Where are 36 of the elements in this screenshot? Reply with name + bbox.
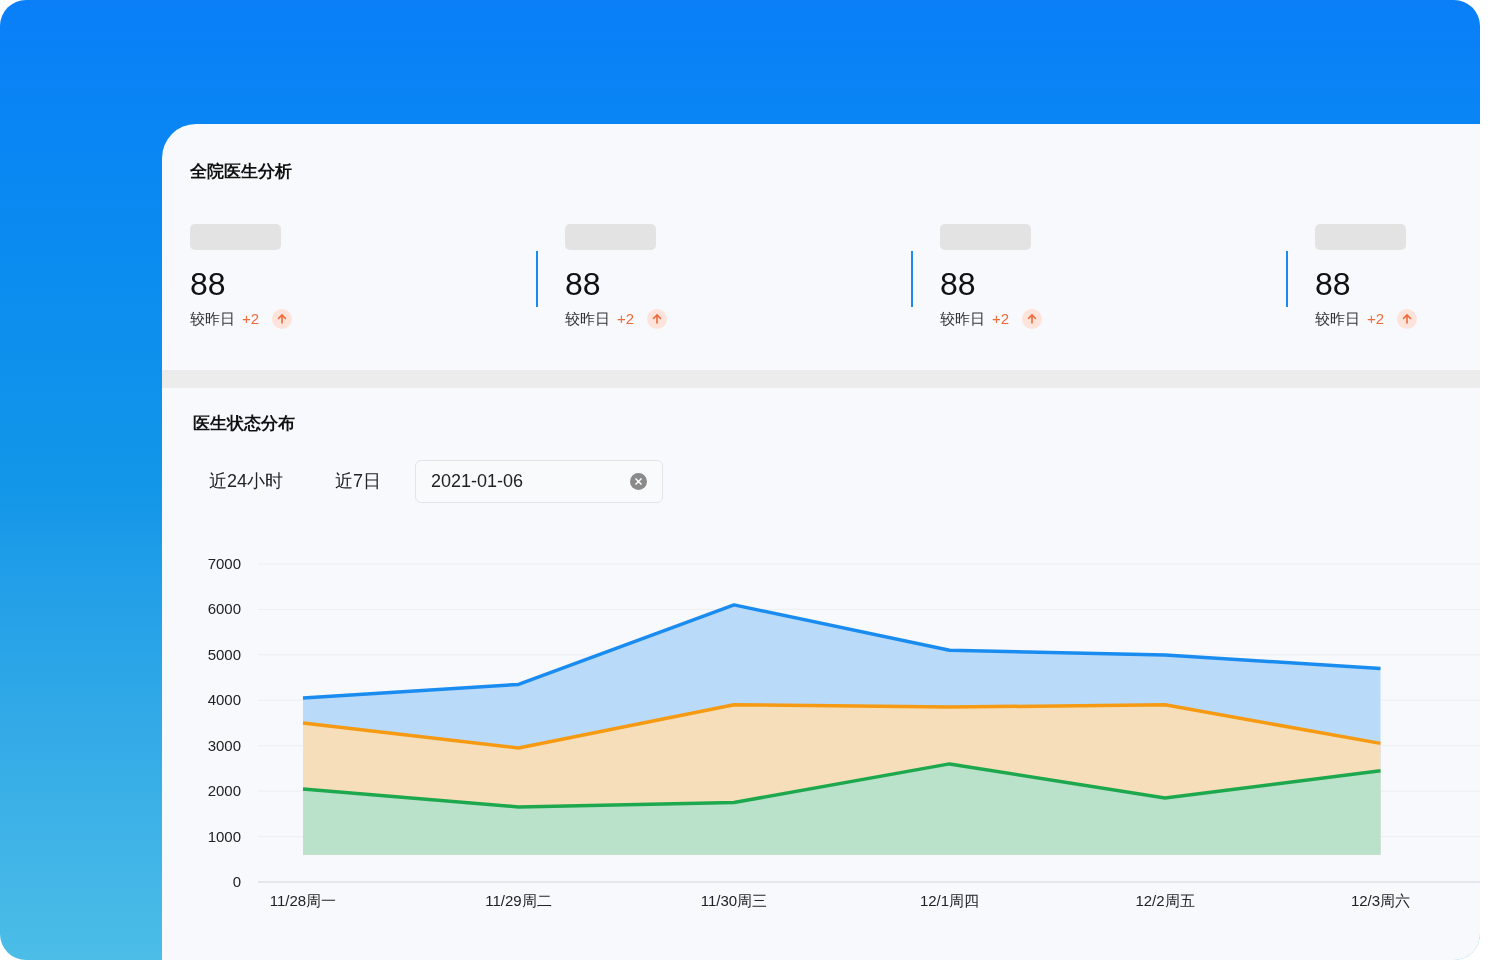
change-value: +2 [1367,309,1385,329]
clear-icon[interactable] [630,473,648,490]
y-axis-label: 6000 [207,600,241,618]
stat-value: 88 [1315,265,1352,304]
y-axis-label: 4000 [207,691,241,709]
compare-label: 较昨日 [940,309,985,329]
stat-value: 88 [940,265,977,304]
change-value: +2 [242,309,260,329]
stat-value: 88 [565,265,602,304]
x-axis-label: 11/30周三 [700,892,768,909]
stat-value: 88 [190,265,227,304]
y-axis-label: 3000 [207,736,241,754]
compare-label: 较昨日 [565,309,610,329]
x-axis-label: 12/2周五 [1135,892,1195,909]
arrow-up-icon [1022,309,1043,330]
x-axis-label: 12/1周四 [919,892,980,909]
range-tab[interactable]: 近7日 [319,461,398,502]
arrow-up-icon [1397,309,1418,330]
arrow-up-icon [272,309,293,330]
range-tab[interactable]: 近24小时 [193,461,300,502]
section-title: 全院医生分析 [190,161,293,183]
x-axis-label: 11/29周二 [485,892,552,909]
change-value: +2 [617,309,635,329]
section-title: 医生状态分布 [193,413,296,435]
x-axis-label: 11/28周一 [269,892,337,909]
compare-label: 较昨日 [1315,309,1360,329]
y-axis-label: 2000 [207,782,241,800]
change-value: +2 [992,309,1010,329]
date-field[interactable]: 2021-01-06 [415,460,664,503]
arrow-up-icon [647,309,668,330]
y-axis-label: 5000 [207,645,241,663]
compare-label: 较昨日 [190,309,235,329]
y-axis-label: 1000 [207,827,241,845]
x-axis-label: 12/3周六 [1350,892,1411,909]
y-axis-label: 0 [232,873,241,890]
y-axis-label: 7000 [207,555,241,572]
